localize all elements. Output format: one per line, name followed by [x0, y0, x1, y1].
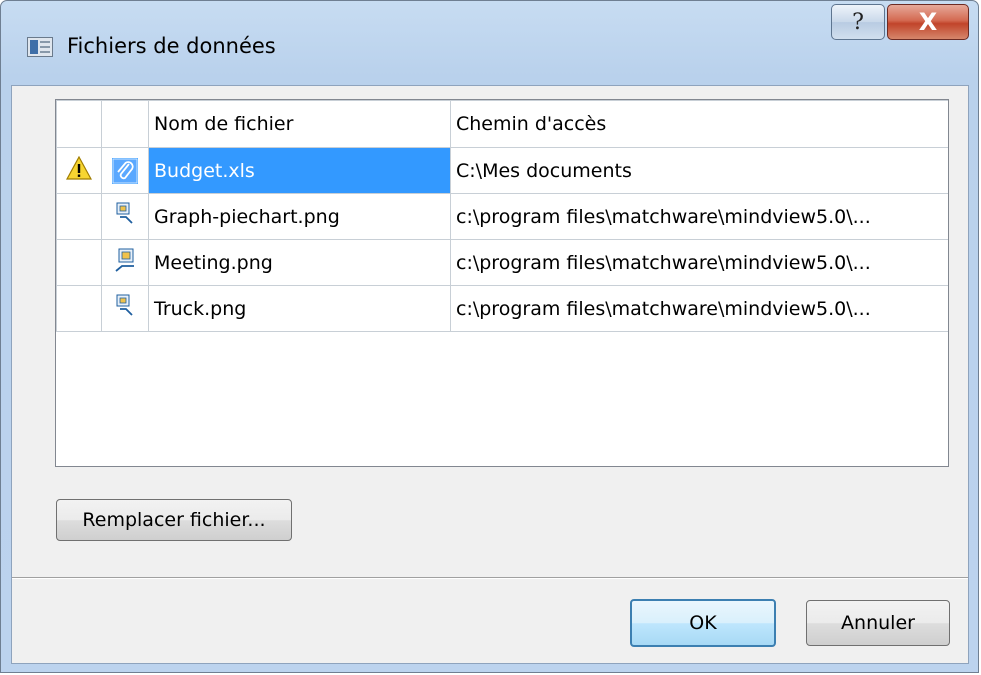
status-cell	[56, 147, 102, 194]
path-cell: c:\program files\matchware\mindview5.0\.…	[450, 285, 948, 332]
file-name-cell[interactable]: Truck.png	[148, 285, 451, 332]
cancel-button[interactable]: Annuler	[806, 600, 950, 646]
warning-icon	[65, 155, 93, 180]
status-cell	[56, 285, 102, 332]
table-row[interactable]: Budget.xls C:\Mes documents	[56, 147, 948, 194]
file-name-cell[interactable]: Meeting.png	[148, 239, 451, 286]
status-cell	[56, 239, 102, 286]
path-cell: c:\program files\matchware\mindview5.0\.…	[450, 193, 948, 240]
type-cell	[101, 147, 149, 194]
close-button[interactable]: X	[887, 4, 969, 40]
help-label: ?	[852, 9, 864, 35]
file-name-cell[interactable]: Graph-piechart.png	[148, 193, 451, 240]
help-button[interactable]: ?	[831, 4, 885, 40]
file-name-cell[interactable]: Budget.xls	[148, 147, 451, 194]
table-row[interactable]: Graph-piechart.png c:\program files\matc…	[56, 193, 948, 240]
path-cell: C:\Mes documents	[450, 147, 948, 194]
path-cell: c:\program files\matchware\mindview5.0\.…	[450, 239, 948, 286]
column-header-status[interactable]	[56, 100, 102, 148]
replace-file-label: Remplacer fichier...	[82, 509, 266, 531]
data-files-table[interactable]: Nom de fichier Chemin d'accès Budget.xls…	[55, 99, 949, 467]
type-cell	[101, 193, 149, 240]
divider	[12, 577, 968, 579]
table-row[interactable]: Truck.png c:\program files\matchware\min…	[56, 285, 948, 332]
replace-file-button[interactable]: Remplacer fichier...	[56, 499, 292, 541]
cancel-label: Annuler	[841, 612, 915, 634]
data-files-dialog: Fichiers de données ? X Nom de fichier C…	[0, 0, 979, 673]
table-header-row: Nom de fichier Chemin d'accès	[56, 100, 948, 148]
dialog-title: Fichiers de données	[67, 34, 276, 58]
table-row[interactable]: Meeting.png c:\program files\matchware\m…	[56, 239, 948, 286]
image-file-icon	[115, 248, 134, 272]
ok-label: OK	[689, 612, 717, 634]
image-file-icon	[116, 202, 133, 224]
close-label: X	[918, 8, 938, 36]
paperclip-icon	[112, 158, 138, 183]
app-icon	[27, 37, 53, 57]
column-header-file-name[interactable]: Nom de fichier	[148, 100, 451, 148]
title-bar[interactable]: Fichiers de données ? X	[1, 1, 978, 85]
dialog-body: Nom de fichier Chemin d'accès Budget.xls…	[11, 85, 969, 664]
ok-button[interactable]: OK	[630, 599, 776, 647]
column-header-path[interactable]: Chemin d'accès	[450, 100, 948, 148]
image-file-icon	[116, 294, 133, 316]
column-header-type[interactable]	[101, 100, 149, 148]
status-cell	[56, 193, 102, 240]
type-cell	[101, 239, 149, 286]
type-cell	[101, 285, 149, 332]
